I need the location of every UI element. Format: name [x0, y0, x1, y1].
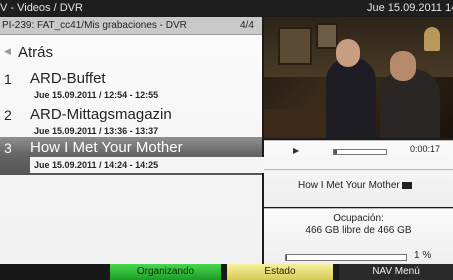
recording-number: 2 [4, 107, 12, 123]
divider [264, 169, 453, 170]
storage-label: Ocupación: [333, 213, 384, 224]
back-label: Atrás [18, 44, 54, 61]
recording-datetime: Jue 15.09.2011 / 12:54 - 12:55 [34, 90, 159, 100]
play-icon: ▶ [293, 146, 300, 155]
now-playing-title: How I Met Your Mother [298, 180, 400, 191]
playback-progress-bar [333, 149, 387, 155]
scene-table [264, 109, 334, 138]
recording-title: ARD-Mittagsmagazin [30, 106, 172, 123]
title-bar: V - Videos / DVR Jue 15.09.2011 14:3 [0, 0, 453, 16]
now-playing-line: How I Met Your Mother [298, 180, 412, 191]
storage-usage-fill [286, 255, 288, 260]
nav-menu-key[interactable]: NAV Menú [339, 264, 453, 280]
storage-info: Ocupación: 466 GB libre de 466 GB 1 % [264, 208, 453, 265]
scene-person-head [336, 39, 360, 67]
scene-person-head [390, 51, 416, 81]
recording-datetime: Jue 15.09.2011 / 14:24 - 14:25 [30, 157, 266, 173]
green-key-organize[interactable]: Organizando [110, 264, 221, 280]
page-indicator: 4/4 [240, 20, 254, 31]
scene-picture-frame [316, 23, 338, 49]
playback-time: 0:00:17 [410, 144, 441, 154]
back-item[interactable]: ◀ Atrás [0, 42, 262, 64]
yellow-key-status[interactable]: Estado [227, 264, 333, 280]
function-key-bar: Organizando Estado NAV Menú [0, 264, 453, 280]
back-arrow-icon: ◀ [4, 46, 11, 56]
playback-progress-fill [334, 150, 337, 154]
folder-path: PI-239: FAT_cc41/Mis grabaciones - DVR [2, 20, 187, 31]
storage-usage-bar [285, 254, 407, 261]
scene-lamp [424, 27, 440, 51]
scene-person [326, 57, 376, 138]
breadcrumb: V - Videos / DVR [0, 2, 83, 14]
subtitle-icon [401, 182, 412, 189]
recordings-list: PI-239: FAT_cc41/Mis grabaciones - DVR 4… [0, 17, 266, 264]
storage-percent: 1 % [414, 250, 432, 261]
recording-item-1[interactable]: 1 ARD-Buffet Jue 15.09.2011 / 12:54 - 12… [0, 68, 262, 106]
path-bar: PI-239: FAT_cc41/Mis grabaciones - DVR 4… [0, 17, 262, 35]
recording-number: 3 [4, 140, 12, 156]
recording-datetime: Jue 15.09.2011 / 13:36 - 13:37 [34, 126, 159, 136]
scene-picture-frame [278, 27, 312, 65]
recording-title: ARD-Buffet [30, 70, 106, 87]
recording-number: 1 [4, 71, 12, 87]
recording-item-3-selected[interactable]: 3 How I Met Your Mother Jue 15.09.2011 /… [0, 137, 266, 175]
storage-value: 466 GB libre de 466 GB [305, 225, 412, 236]
datetime-display: Jue 15.09.2011 14:3 [367, 2, 453, 14]
recording-title: How I Met Your Mother [30, 139, 183, 156]
video-preview [264, 17, 453, 138]
playback-info: ▶ 0:00:17 How I Met Your Mother [264, 140, 453, 207]
